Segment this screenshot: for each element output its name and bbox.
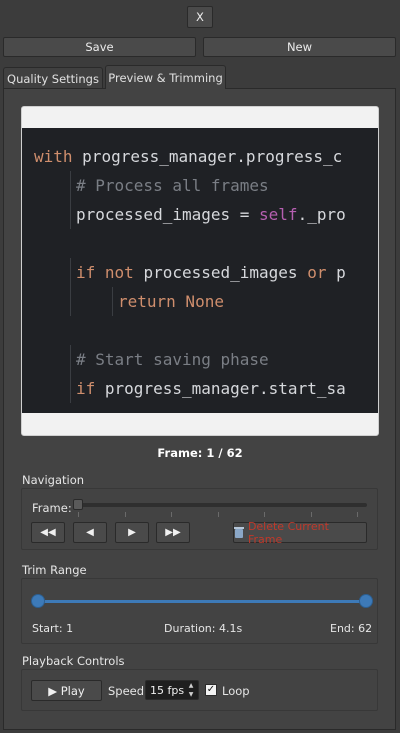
code-token: progress_manager.progress_c [82, 147, 343, 166]
loop-checkbox[interactable]: ✓ [205, 684, 217, 696]
trim-end-label: End: 62 [330, 622, 373, 635]
spin-up-icon[interactable]: ▲ [186, 682, 196, 690]
trim-range-title: Trim Range [22, 563, 87, 577]
trim-start-handle[interactable] [31, 594, 45, 608]
fps-value: 15 fps [150, 684, 185, 697]
previous-frame-button[interactable]: ◀ [73, 522, 107, 543]
new-button[interactable]: New [203, 37, 396, 57]
frame-preview-image: with progress_manager.progress_c # Proces… [22, 128, 378, 413]
delete-frame-label: Delete Current Frame [247, 519, 329, 546]
spin-down-icon[interactable]: ▼ [186, 691, 196, 699]
code-token: # Start saving phase [76, 350, 269, 369]
code-line: if progress_manager.start_sa [22, 374, 378, 403]
tab-quality-settings[interactable]: Quality Settings [3, 67, 103, 89]
code-token: processed_images = [76, 205, 260, 224]
frame-counter: Frame: 1 / 62 [157, 446, 243, 460]
slider-tick [171, 512, 172, 517]
playback-controls-title: Playback Controls [22, 654, 125, 668]
frame-slider[interactable] [73, 503, 367, 507]
play-button[interactable]: ▶ Play [31, 680, 102, 701]
speed-label: Speed [108, 684, 145, 698]
code-line: # Start saving phase [22, 345, 378, 374]
code-token: ._pro [297, 205, 346, 224]
delete-frame-button[interactable]: Delete Current Frame [233, 519, 367, 546]
code-line: # Process all frames [22, 171, 378, 200]
trim-start-label: Start: 1 [32, 622, 74, 635]
code-token: with [34, 147, 83, 166]
frame-slider-label: Frame: [32, 501, 72, 515]
code-line: with progress_manager.progress_c [22, 142, 378, 171]
slider-tick [357, 512, 358, 517]
code-token: if [76, 379, 105, 398]
code-token: p [336, 263, 346, 282]
slider-tick [124, 512, 126, 517]
code-token: progress_manager.start_sa [104, 379, 346, 398]
code-token: if not [76, 263, 144, 282]
trim-duration-label: Duration: 4.1s [164, 622, 243, 635]
trash-icon [234, 527, 244, 538]
code-token: self [259, 205, 298, 224]
slider-tick [78, 512, 79, 517]
trim-end-handle[interactable] [359, 594, 373, 608]
slider-tick [264, 512, 265, 517]
tab-preview-trimming[interactable]: Preview & Trimming [105, 65, 226, 89]
slider-tick [310, 512, 312, 517]
loop-label: Loop [222, 684, 250, 698]
code-line: processed_images = self._pro [22, 200, 378, 229]
code-token: processed_images [143, 263, 308, 282]
next-frame-button[interactable]: ▶ [115, 522, 149, 543]
first-frame-button[interactable]: ◀◀ [31, 522, 65, 543]
last-frame-button[interactable]: ▶▶ [156, 522, 190, 543]
trim-range-slider[interactable] [38, 600, 361, 603]
code-token: return None [118, 292, 224, 311]
close-button[interactable]: X [187, 6, 213, 28]
code-token: # Process all frames [76, 176, 269, 195]
fps-spinbox[interactable]: 15 fps ▲ ▼ [145, 680, 199, 700]
code-line: if not processed_images or p [22, 258, 378, 287]
navigation-title: Navigation [22, 473, 85, 487]
save-button[interactable]: Save [3, 37, 196, 57]
frame-slider-handle[interactable] [73, 499, 83, 510]
code-token: or [307, 263, 337, 282]
slider-tick [217, 512, 219, 517]
code-line: return None [22, 287, 378, 316]
